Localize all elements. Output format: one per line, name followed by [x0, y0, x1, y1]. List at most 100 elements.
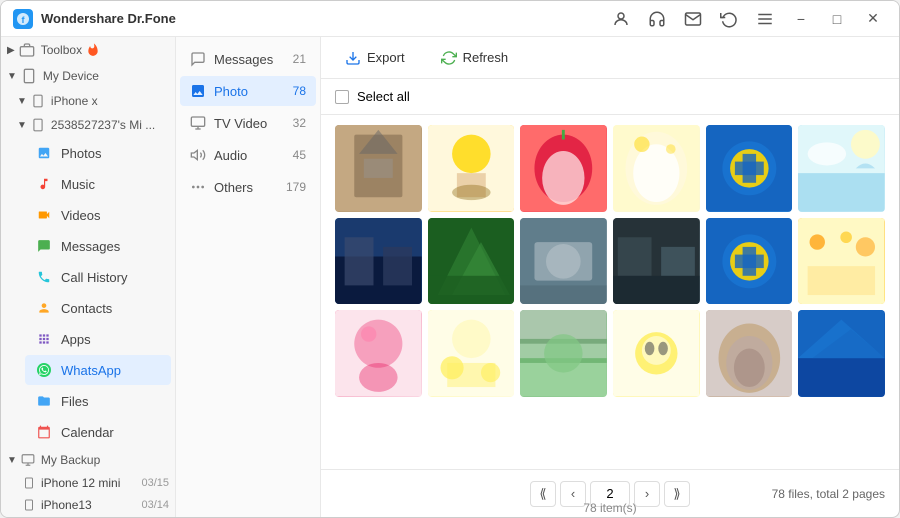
minimize-button[interactable]: −: [787, 5, 815, 33]
maximize-button[interactable]: □: [823, 5, 851, 33]
photo-cell-7[interactable]: [428, 218, 515, 305]
backup-iphone12mini[interactable]: iPhone 12 mini 03/15: [17, 472, 175, 494]
subnav-tvvideo-icon: [190, 115, 206, 131]
photo-cell-2[interactable]: [520, 125, 607, 212]
iphone-x-chevron: ▼: [17, 96, 27, 107]
next-page-button[interactable]: ›: [634, 481, 660, 507]
mi-label: 2538527237's Mi ...: [51, 118, 155, 132]
sidebar-item-call-history[interactable]: Call History: [25, 262, 171, 292]
videos-label: Videos: [61, 208, 161, 223]
photo-cell-13[interactable]: [428, 310, 515, 397]
subnav-audio-icon: [190, 147, 206, 163]
subnav-messages-label: Messages: [214, 52, 293, 67]
titlebar-controls: − □ ✕: [607, 5, 887, 33]
backup-iphone12mini-label: iPhone 12 mini: [41, 476, 120, 490]
subnav: Messages 21 Photo 78 TV Video 32: [176, 37, 321, 517]
music-icon: [35, 175, 53, 193]
prev-page-button[interactable]: ‹: [560, 481, 586, 507]
sidebar-item-music[interactable]: Music: [25, 169, 171, 199]
select-all-checkbox[interactable]: [335, 90, 349, 104]
sidebar-item-whatsapp[interactable]: WhatsApp: [25, 355, 171, 385]
photo-cell-11[interactable]: [798, 218, 885, 305]
photo-cell-15[interactable]: [613, 310, 700, 397]
subnav-messages-icon: [190, 51, 206, 67]
photo-cell-3[interactable]: [613, 125, 700, 212]
subnav-messages-count: 21: [293, 52, 306, 66]
photo-cell-8[interactable]: [520, 218, 607, 305]
my-device-section[interactable]: ▼ My Device: [1, 63, 175, 89]
subnav-photo[interactable]: Photo 78: [180, 76, 316, 106]
titlebar: f Wondershare Dr.Fone − □ ✕: [1, 1, 899, 37]
messages-icon: [35, 237, 53, 255]
photo-cell-16[interactable]: [706, 310, 793, 397]
photo-cell-9[interactable]: [613, 218, 700, 305]
photo-grid: [335, 125, 885, 397]
sidebar-item-files[interactable]: Files: [25, 386, 171, 416]
contacts-label: Contacts: [61, 301, 161, 316]
calendar-label: Calendar: [61, 425, 161, 440]
headset-icon[interactable]: [643, 5, 671, 33]
call-history-icon: [35, 268, 53, 286]
last-page-button[interactable]: ⟫: [664, 481, 690, 507]
toolbox-section[interactable]: ▶ Toolbox: [1, 37, 175, 63]
my-backup-label: My Backup: [41, 453, 100, 467]
sidebar-item-calendar[interactable]: Calendar: [25, 417, 171, 447]
subnav-photo-icon: [190, 83, 206, 99]
subnav-audio-label: Audio: [214, 148, 293, 163]
items-info: 78 item(s): [583, 501, 636, 515]
history-icon[interactable]: [715, 5, 743, 33]
photo-cell-4[interactable]: [706, 125, 793, 212]
toolbar: Export Refresh: [321, 37, 899, 79]
photo-cell-1[interactable]: [428, 125, 515, 212]
photo-cell-10[interactable]: [706, 218, 793, 305]
subnav-messages[interactable]: Messages 21: [180, 44, 316, 74]
backup-iphonex[interactable]: iPhone x 03/13: [17, 516, 175, 517]
close-button[interactable]: ✕: [859, 5, 887, 33]
subnav-audio[interactable]: Audio 45: [180, 140, 316, 170]
photo-cell-17[interactable]: [798, 310, 885, 397]
export-button[interactable]: Export: [335, 45, 415, 71]
photo-area: Export Refresh Select all: [321, 37, 899, 517]
iphone-x-section[interactable]: ▼ iPhone x: [1, 89, 175, 113]
photo-cell-0[interactable]: [335, 125, 422, 212]
sidebar-items: Photos Music Videos: [1, 137, 175, 448]
photo-grid-container: [321, 115, 899, 469]
first-page-button[interactable]: ⟪: [530, 481, 556, 507]
backup-iphone12mini-date: 03/15: [141, 477, 169, 489]
sidebar-item-contacts[interactable]: Contacts: [25, 293, 171, 323]
menu-icon[interactable]: [751, 5, 779, 33]
my-backup-section[interactable]: ▼ My Backup: [1, 448, 175, 472]
photo-cell-6[interactable]: [335, 218, 422, 305]
sidebar: ▶ Toolbox ▼ My Device ▼ iPhone x ▼: [1, 37, 176, 517]
refresh-button[interactable]: Refresh: [431, 45, 519, 71]
subnav-tvvideo[interactable]: TV Video 32: [180, 108, 316, 138]
photos-label: Photos: [61, 146, 161, 161]
files-icon: [35, 392, 53, 410]
mi-chevron: ▼: [17, 120, 27, 131]
photo-cell-14[interactable]: [520, 310, 607, 397]
backup-items: iPhone 12 mini 03/15 iPhone13 03/14 iPho…: [1, 472, 175, 517]
app-window: f Wondershare Dr.Fone − □ ✕: [0, 0, 900, 518]
files-label: Files: [61, 394, 161, 409]
photo-cell-12[interactable]: [335, 310, 422, 397]
profile-icon[interactable]: [607, 5, 635, 33]
sidebar-item-messages[interactable]: Messages: [25, 231, 171, 261]
subnav-others[interactable]: Others 179: [180, 172, 316, 202]
sidebar-item-photos[interactable]: Photos: [25, 138, 171, 168]
subnav-audio-count: 45: [293, 148, 306, 162]
main-layout: ▶ Toolbox ▼ My Device ▼ iPhone x ▼: [1, 37, 899, 517]
mi-section[interactable]: ▼ 2538527237's Mi ...: [1, 113, 175, 137]
refresh-label: Refresh: [463, 50, 509, 65]
sidebar-item-apps[interactable]: Apps: [25, 324, 171, 354]
contacts-icon: [35, 299, 53, 317]
select-all-bar: Select all: [321, 79, 899, 115]
mail-icon[interactable]: [679, 5, 707, 33]
page-info: 78 files, total 2 pages: [772, 487, 885, 501]
backup-iphone13-label: iPhone13: [41, 498, 92, 512]
my-backup-chevron: ▼: [7, 455, 17, 466]
toolbox-chevron: ▶: [7, 45, 15, 56]
photo-cell-5[interactable]: [798, 125, 885, 212]
calendar-icon: [35, 423, 53, 441]
backup-iphone13[interactable]: iPhone13 03/14: [17, 494, 175, 516]
sidebar-item-videos[interactable]: Videos: [25, 200, 171, 230]
